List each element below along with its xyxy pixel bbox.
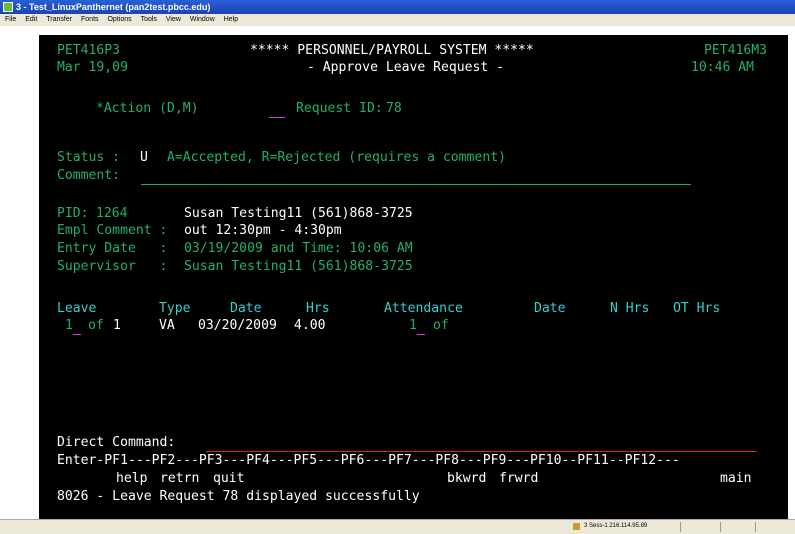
pf12-main[interactable]: main bbox=[720, 471, 752, 487]
menu-fonts[interactable]: Fonts bbox=[81, 16, 99, 23]
col-ot-hrs: OT Hrs bbox=[673, 301, 721, 316]
system-title: ***** PERSONNEL/PAYROLL SYSTEM ***** bbox=[250, 43, 534, 58]
status-label: Status : bbox=[57, 150, 121, 165]
entry-date: 03/19/2009 and Time: 10:06 AM bbox=[184, 241, 413, 256]
leave-no-underline bbox=[73, 334, 81, 335]
entry-date-label: Entry Date : bbox=[57, 241, 168, 256]
col-date: Date bbox=[230, 301, 262, 316]
status-legend: A=Accepted, R=Rejected (requires a comme… bbox=[167, 150, 506, 165]
pf2-retrn[interactable]: retrn bbox=[160, 471, 199, 487]
pf-keys-line: Enter-PF1---PF2---PF3---PF4---PF5---PF6-… bbox=[57, 453, 680, 468]
leave-type: VA bbox=[159, 318, 175, 333]
attendance-no-underline bbox=[417, 334, 425, 335]
pf1-help[interactable]: help bbox=[116, 471, 148, 487]
menu-file[interactable]: File bbox=[5, 16, 16, 23]
col-attendance-date: Date bbox=[534, 301, 566, 316]
empl-comment: out 12:30pm - 4:30pm bbox=[184, 223, 342, 238]
menu-tools[interactable]: Tools bbox=[141, 16, 157, 23]
screen-id: PET416P3 bbox=[57, 43, 121, 58]
request-id-label: Request ID: bbox=[296, 101, 383, 116]
screen-date: Mar 19,09 bbox=[57, 60, 128, 75]
direct-command-underline bbox=[206, 451, 757, 452]
action-label: *Action (D,M) bbox=[96, 101, 199, 116]
status-input[interactable]: U bbox=[140, 150, 148, 166]
menu-transfer[interactable]: Transfer bbox=[46, 16, 72, 23]
leave-date: 03/20/2009 bbox=[198, 318, 277, 333]
pf8-frwrd[interactable]: frwrd bbox=[499, 471, 538, 487]
screen-time: 10:46 AM bbox=[691, 60, 755, 75]
supervisor: Susan Testing11 (561)868-3725 bbox=[184, 259, 413, 274]
action-input-underline bbox=[269, 117, 285, 118]
screen-title: - Approve Leave Request - bbox=[307, 60, 505, 75]
pf3-quit[interactable]: quit bbox=[213, 471, 245, 487]
session-icon bbox=[573, 523, 580, 530]
pf7-bkwrd[interactable]: bkwrd bbox=[447, 471, 486, 487]
request-id: 78 bbox=[386, 101, 402, 116]
menu-help[interactable]: Help bbox=[224, 16, 238, 23]
map-id: PET416M3 bbox=[704, 43, 768, 58]
leave-total: 1 bbox=[113, 318, 121, 333]
employee-name: Susan Testing11 (561)868-3725 bbox=[184, 206, 413, 221]
status-bar: 3 Sess-1 216.114.95.89 bbox=[0, 519, 795, 534]
status-divider bbox=[720, 522, 721, 532]
col-n-hrs: N Hrs bbox=[610, 301, 650, 316]
app-icon bbox=[3, 2, 13, 12]
menu-view[interactable]: View bbox=[166, 16, 181, 23]
menu-bar: File Edit Transfer Fonts Options Tools V… bbox=[0, 14, 795, 26]
direct-command-label: Direct Command: bbox=[57, 435, 176, 450]
comment-label: Comment: bbox=[57, 168, 121, 183]
menu-window[interactable]: Window bbox=[190, 16, 215, 23]
comment-input-underline bbox=[141, 184, 691, 185]
supervisor-label: Supervisor : bbox=[57, 259, 168, 274]
col-hrs: Hrs bbox=[306, 301, 330, 316]
leave-hrs: 4.00 bbox=[294, 318, 326, 333]
attendance-of-label: of bbox=[433, 318, 449, 333]
col-attendance: Attendance bbox=[384, 301, 463, 316]
terminal-screen: PET416P3 ***** PERSONNEL/PAYROLL SYSTEM … bbox=[39, 35, 788, 519]
window-title: 3 - Test_LinuxPanthernet (pan2test.pbcc.… bbox=[16, 2, 211, 12]
window-titlebar: 3 - Test_LinuxPanthernet (pan2test.pbcc.… bbox=[0, 0, 795, 14]
leave-of-label: of bbox=[88, 318, 104, 333]
pid-value: 1264 bbox=[96, 206, 128, 221]
session-info: 3 Sess-1 216.114.95.89 bbox=[584, 523, 648, 529]
menu-edit[interactable]: Edit bbox=[25, 16, 37, 23]
leave-no-input[interactable]: 1 bbox=[65, 318, 73, 334]
status-message: 8026 - Leave Request 78 displayed succes… bbox=[57, 489, 420, 504]
col-type: Type bbox=[159, 301, 191, 316]
attendance-no-input[interactable]: 1 bbox=[409, 318, 417, 334]
status-divider bbox=[680, 522, 681, 532]
empl-comment-label: Empl Comment : bbox=[57, 223, 168, 238]
menu-options[interactable]: Options bbox=[107, 16, 131, 23]
status-divider bbox=[755, 522, 756, 532]
col-leave: Leave bbox=[57, 301, 97, 316]
pid-label: PID: bbox=[57, 206, 89, 221]
